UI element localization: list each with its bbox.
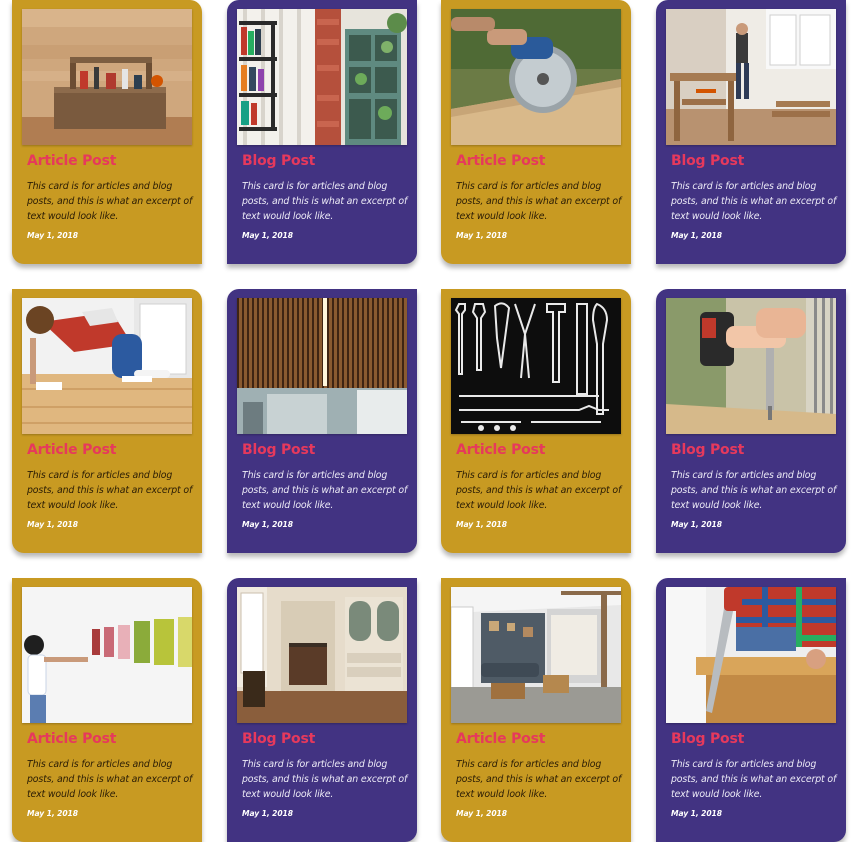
card-excerpt: This card is for articles and blog posts… (27, 470, 193, 511)
card-blog-post[interactable]: Blog Post This card is for articles and … (656, 289, 846, 553)
card-blog-post[interactable]: Blog Post This card is for articles and … (227, 0, 417, 264)
card-image-tools-chalkboard (451, 298, 621, 434)
card-title[interactable]: Article Post (27, 731, 116, 747)
card-title[interactable]: Article Post (456, 731, 545, 747)
card-excerpt: This card is for articles and blog posts… (242, 759, 408, 800)
card-excerpt: This card is for articles and blog posts… (671, 470, 837, 511)
card-date: May 1, 2018 (242, 520, 293, 529)
card-title[interactable]: Article Post (27, 442, 116, 458)
card-excerpt: This card is for articles and blog posts… (456, 470, 622, 511)
card-title[interactable]: Blog Post (242, 442, 315, 458)
card-title[interactable]: Blog Post (242, 731, 315, 747)
card-excerpt: This card is for articles and blog posts… (671, 759, 837, 800)
card-excerpt: This card is for articles and blog posts… (242, 181, 408, 222)
card-article-post[interactable]: Article Post This card is for articles a… (441, 0, 631, 264)
card-excerpt: This card is for articles and blog posts… (27, 759, 193, 800)
card-title[interactable]: Blog Post (242, 153, 315, 169)
card-grid: Article Post This card is for articles a… (0, 0, 861, 842)
card-excerpt: This card is for articles and blog posts… (671, 181, 837, 222)
card-title[interactable]: Blog Post (671, 153, 744, 169)
card-image-wood-slat-ceiling (237, 298, 407, 434)
card-blog-post[interactable]: Blog Post This card is for articles and … (227, 578, 417, 842)
card-date: May 1, 2018 (671, 809, 722, 818)
card-excerpt: This card is for articles and blog posts… (456, 759, 622, 800)
card-excerpt: This card is for articles and blog posts… (456, 181, 622, 222)
card-image-woodshop (666, 9, 836, 145)
card-excerpt: This card is for articles and blog posts… (27, 181, 193, 222)
card-date: May 1, 2018 (27, 231, 78, 240)
card-date: May 1, 2018 (456, 231, 507, 240)
card-date: May 1, 2018 (27, 520, 78, 529)
card-title[interactable]: Article Post (456, 442, 545, 458)
card-image-toolbox (22, 9, 192, 145)
card-article-post[interactable]: Article Post This card is for articles a… (441, 578, 631, 842)
card-title[interactable]: Blog Post (671, 731, 744, 747)
card-date: May 1, 2018 (671, 231, 722, 240)
card-title[interactable]: Article Post (27, 153, 116, 169)
card-blog-post[interactable]: Blog Post This card is for articles and … (227, 289, 417, 553)
card-date: May 1, 2018 (242, 231, 293, 240)
card-blog-post[interactable]: Blog Post This card is for articles and … (656, 578, 846, 842)
card-image-circular-saw (451, 9, 621, 145)
card-image-power-drill (666, 298, 836, 434)
card-title[interactable]: Article Post (456, 153, 545, 169)
card-blog-post[interactable]: Blog Post This card is for articles and … (656, 0, 846, 264)
card-image-pipe-shelves (237, 9, 407, 145)
card-image-fireplace-room (237, 587, 407, 723)
card-title[interactable]: Blog Post (671, 442, 744, 458)
card-date: May 1, 2018 (27, 809, 78, 818)
card-date: May 1, 2018 (456, 809, 507, 818)
card-date: May 1, 2018 (456, 520, 507, 529)
card-excerpt: This card is for articles and blog posts… (242, 470, 408, 511)
card-date: May 1, 2018 (671, 520, 722, 529)
card-image-floor-cleaning (22, 298, 192, 434)
card-image-hand-saw (666, 587, 836, 723)
card-article-post[interactable]: Article Post This card is for articles a… (12, 289, 202, 553)
card-article-post[interactable]: Article Post This card is for articles a… (12, 0, 202, 264)
card-article-post[interactable]: Article Post This card is for articles a… (12, 578, 202, 842)
card-article-post[interactable]: Article Post This card is for articles a… (441, 289, 631, 553)
card-date: May 1, 2018 (242, 809, 293, 818)
card-image-paint-swatches (22, 587, 192, 723)
card-image-living-room (451, 587, 621, 723)
